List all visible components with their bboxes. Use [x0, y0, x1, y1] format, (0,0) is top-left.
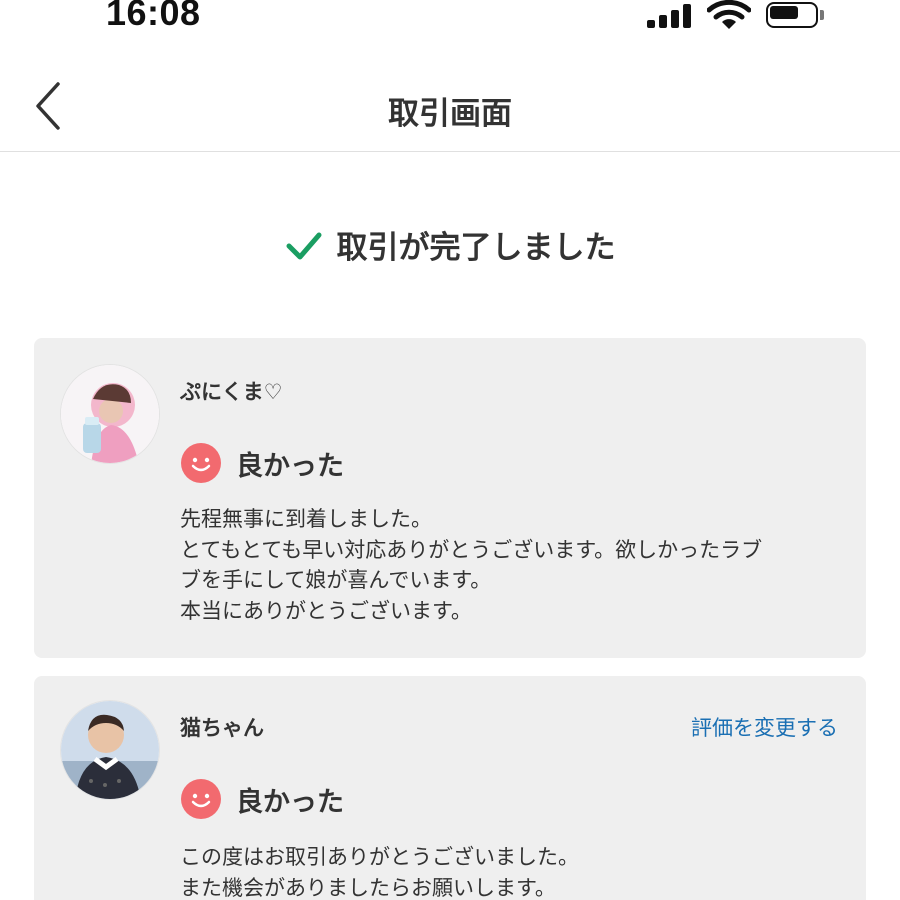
comment-line: また機会がありましたらお願いします。	[180, 875, 556, 900]
status-icons	[645, 0, 835, 30]
avatar-photo	[61, 701, 159, 799]
avatar[interactable]	[60, 700, 160, 800]
comment-line: 先程無事に到着しました。	[180, 507, 432, 531]
rating-label: 良かった	[236, 786, 344, 818]
status-time: 16:08	[106, 0, 201, 33]
completion-message: 取引が完了しました	[0, 222, 900, 272]
battery-icon	[766, 2, 824, 28]
review-card: ぷにくま♡ 良かった 先程無事に到着しました。 とてもとても早い対応ありがとうご…	[34, 338, 866, 658]
signal-icon	[647, 4, 693, 28]
review-comment: この度はお取引ありがとうございました。 また機会がありましたらお願いします。	[180, 842, 860, 900]
rating: 良かった	[180, 442, 344, 484]
comment-line: 本当にありがとうございます。	[180, 598, 472, 623]
completion-text: 取引が完了しました	[336, 230, 616, 266]
rating-label: 良かった	[236, 450, 344, 482]
avatar-photo	[61, 365, 159, 463]
reviewer-name: ぷにくま♡	[180, 380, 283, 404]
change-rating-link[interactable]: 評価を変更する	[691, 712, 838, 742]
avatar[interactable]	[60, 364, 160, 464]
review-card: 猫ちゃん 評価を変更する 良かった この度はお取引ありがとうございました。 また…	[34, 676, 866, 900]
comment-line: とてもとても早い対応ありがとうございます。欲しかったラブ	[180, 537, 763, 562]
status-bar: 16:08	[0, 0, 900, 40]
smile-icon	[181, 779, 221, 819]
review-comment: 先程無事に到着しました。 とてもとても早い対応ありがとうございます。欲しかったラ…	[180, 504, 860, 626]
wifi-icon	[707, 0, 751, 29]
check-icon	[286, 232, 321, 259]
comment-line: ブを手にして娘が喜んでいます。	[180, 568, 492, 592]
nav-header: 取引画面	[0, 60, 900, 152]
page-title: 取引画面	[388, 96, 512, 132]
rating: 良かった	[180, 778, 344, 820]
comment-line: この度はお取引ありがとうございました。	[180, 845, 579, 869]
reviewer-name: 猫ちゃん	[180, 716, 264, 740]
smile-icon	[181, 443, 221, 483]
